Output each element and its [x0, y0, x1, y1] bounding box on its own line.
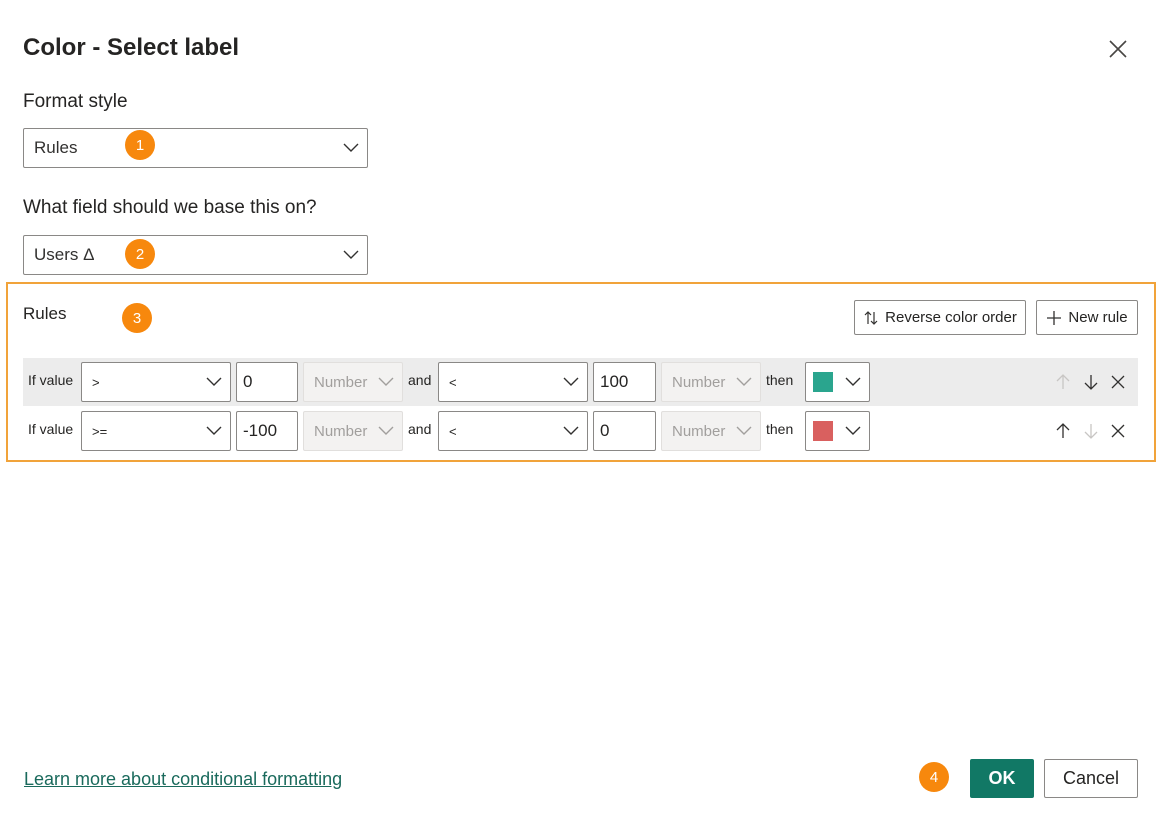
move-up-icon[interactable]	[1054, 373, 1072, 391]
operator-value: <	[449, 423, 457, 439]
cancel-button[interactable]: Cancel	[1044, 759, 1138, 798]
reverse-color-order-label: Reverse color order	[885, 309, 1017, 326]
value-type-value: Number	[314, 422, 368, 440]
chevron-down-icon	[736, 426, 752, 435]
value-type-value: Number	[672, 373, 726, 391]
chevron-down-icon	[845, 426, 861, 435]
value-type-dropdown[interactable]: Number	[303, 362, 403, 402]
operator-dropdown[interactable]: <	[438, 362, 588, 402]
chevron-down-icon	[206, 377, 222, 386]
dialog-title: Color - Select label	[23, 34, 240, 61]
chevron-down-icon	[206, 426, 222, 435]
value-type-value: Number	[314, 373, 368, 391]
chevron-down-icon	[845, 377, 861, 386]
plus-icon	[1047, 310, 1062, 325]
learn-more-link[interactable]: Learn more about conditional formatting	[24, 769, 342, 790]
color-swatch	[813, 372, 833, 392]
ok-button[interactable]: OK	[970, 759, 1034, 798]
value-type-dropdown[interactable]: Number	[661, 362, 761, 402]
step-badge-2: 2	[125, 239, 155, 269]
new-rule-label: New rule	[1068, 309, 1128, 326]
rules-label: Rules	[23, 304, 67, 323]
move-up-icon[interactable]	[1054, 422, 1072, 440]
close-icon[interactable]	[1105, 36, 1131, 62]
value-input[interactable]: -100	[236, 411, 298, 451]
and-label: and	[408, 421, 432, 437]
operator-value: >=	[92, 423, 108, 439]
operator-dropdown[interactable]: >=	[81, 411, 231, 451]
field-label: What field should we base this on?	[23, 197, 317, 218]
format-style-dropdown[interactable]: Rules	[23, 128, 368, 168]
value-type-dropdown[interactable]: Number	[303, 411, 403, 451]
value-type-dropdown[interactable]: Number	[661, 411, 761, 451]
operator-value: <	[449, 374, 457, 390]
operator-dropdown[interactable]: <	[438, 411, 588, 451]
step-badge-3: 3	[122, 303, 152, 333]
swap-vertical-icon	[864, 310, 878, 325]
value-input[interactable]: 100	[593, 362, 656, 402]
delete-rule-icon[interactable]	[1109, 422, 1127, 440]
chevron-down-icon	[563, 426, 579, 435]
chevron-down-icon	[563, 377, 579, 386]
chevron-down-icon	[378, 377, 394, 386]
operator-dropdown[interactable]: >	[81, 362, 231, 402]
move-down-icon[interactable]	[1082, 422, 1100, 440]
then-label: then	[766, 372, 794, 388]
format-style-value: Rules	[34, 138, 78, 157]
format-style-label: Format style	[23, 91, 128, 112]
chevron-down-icon	[378, 426, 394, 435]
value-input[interactable]: 0	[236, 362, 298, 402]
field-dropdown[interactable]: Users Δ	[23, 235, 368, 275]
value-type-value: Number	[672, 422, 726, 440]
step-badge-4: 4	[919, 762, 949, 792]
and-label: and	[408, 372, 432, 388]
value-input[interactable]: 0	[593, 411, 656, 451]
color-picker[interactable]	[805, 411, 870, 451]
new-rule-button[interactable]: New rule	[1036, 300, 1138, 335]
then-label: then	[766, 421, 794, 437]
delete-rule-icon[interactable]	[1109, 373, 1127, 391]
color-swatch	[813, 421, 833, 441]
chevron-down-icon	[736, 377, 752, 386]
operator-value: >	[92, 374, 100, 390]
move-down-icon[interactable]	[1082, 373, 1100, 391]
if-value-label: If value	[28, 372, 74, 388]
field-value: Users Δ	[34, 245, 95, 264]
chevron-down-icon	[343, 250, 359, 259]
color-picker[interactable]	[805, 362, 870, 402]
chevron-down-icon	[343, 143, 359, 152]
if-value-label: If value	[28, 421, 74, 437]
reverse-color-order-button[interactable]: Reverse color order	[854, 300, 1026, 335]
step-badge-1: 1	[125, 130, 155, 160]
